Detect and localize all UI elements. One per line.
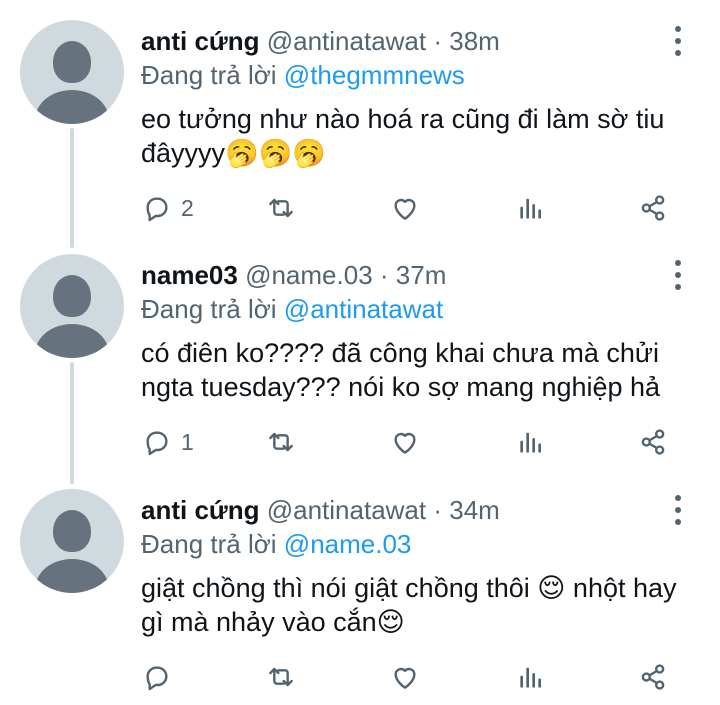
like-icon (394, 198, 416, 220)
retweet-icon (269, 432, 293, 452)
avatar[interactable] (20, 20, 124, 124)
share-icon (641, 429, 665, 455)
views-button[interactable] (515, 188, 547, 228)
like-button[interactable] (389, 188, 421, 228)
avatar[interactable] (20, 489, 124, 593)
mention-link[interactable]: @thegmmnews (284, 60, 465, 90)
author-handle[interactable]: @antinatawat (267, 26, 426, 56)
reply-button[interactable] (141, 657, 181, 697)
reply-button[interactable]: 2 (141, 188, 194, 228)
author-name[interactable]: name03 (141, 260, 238, 290)
retweet-icon (269, 198, 293, 218)
replying-to: Đang trả lời @antinatawat (141, 294, 443, 324)
more-vertical-icon[interactable] (668, 26, 688, 56)
reply-icon (146, 431, 168, 456)
tweet-text: eo tưởng như nào hoá ra cũng đi làm sờ t… (141, 104, 665, 168)
views-icon (520, 198, 541, 219)
retweet-button[interactable] (265, 188, 297, 228)
like-button[interactable] (389, 422, 421, 462)
reply-icon (146, 666, 168, 691)
timestamp[interactable]: 38m (449, 26, 500, 56)
separator-dot: · (433, 495, 443, 525)
mention-link[interactable]: @antinatawat (284, 294, 443, 324)
separator-dot: · (433, 26, 443, 56)
replying-to-label: Đang trả lời (141, 529, 277, 559)
views-button[interactable] (515, 657, 547, 697)
author-handle[interactable]: @antinatawat (267, 495, 426, 525)
tweet-header: anti cứng @antinatawat · 38m (141, 26, 500, 56)
separator-dot: · (379, 260, 389, 290)
more-vertical-icon[interactable] (668, 260, 688, 290)
share-icon (641, 664, 665, 690)
views-icon (520, 667, 541, 688)
tweet-header: anti cứng @antinatawat · 34m (141, 495, 500, 525)
mention-link[interactable]: @name.03 (284, 529, 412, 559)
action-bar: 1 (141, 422, 681, 462)
like-icon (394, 432, 416, 454)
like-icon (394, 667, 416, 689)
share-button[interactable] (637, 422, 669, 462)
retweet-button[interactable] (265, 657, 297, 697)
author-handle[interactable]: @name.03 (245, 260, 373, 290)
tweet-header: name03 @name.03 · 37m (141, 260, 446, 290)
author-name[interactable]: anti cứng (141, 26, 260, 56)
views-icon (520, 432, 541, 453)
tweet-text: giật chồng thì nói giật chồng thôi 😌 nhộ… (141, 573, 677, 637)
timestamp[interactable]: 37m (396, 260, 447, 290)
share-button[interactable] (637, 657, 669, 697)
tweet[interactable]: anti cứng @antinatawat · 34m Đang trả lờ… (0, 469, 720, 705)
replying-to-label: Đang trả lời (141, 294, 277, 324)
like-button[interactable] (389, 657, 421, 697)
reply-count: 1 (181, 428, 194, 455)
retweet-button[interactable] (265, 422, 297, 462)
tweet[interactable]: anti cứng @antinatawat · 38m Đang trả lờ… (0, 0, 720, 235)
replying-to: Đang trả lời @thegmmnews (141, 60, 465, 90)
action-bar: 2 (141, 188, 681, 228)
timestamp[interactable]: 34m (449, 495, 500, 525)
replying-to-label: Đang trả lời (141, 60, 277, 90)
tweet-text: có điên ko???? đã công khai chưa mà chửi… (141, 338, 661, 402)
reply-count: 2 (181, 194, 194, 221)
share-button[interactable] (637, 188, 669, 228)
retweet-icon (269, 667, 293, 687)
replying-to: Đang trả lời @name.03 (141, 529, 411, 559)
avatar[interactable] (20, 254, 124, 358)
reply-button[interactable]: 1 (141, 422, 194, 462)
reply-icon (146, 197, 168, 222)
tweet[interactable]: name03 @name.03 · 37m Đang trả lời @anti… (0, 234, 720, 470)
views-button[interactable] (515, 422, 547, 462)
action-bar (141, 657, 681, 697)
share-icon (641, 195, 665, 221)
more-vertical-icon[interactable] (668, 495, 688, 525)
author-name[interactable]: anti cứng (141, 495, 260, 525)
